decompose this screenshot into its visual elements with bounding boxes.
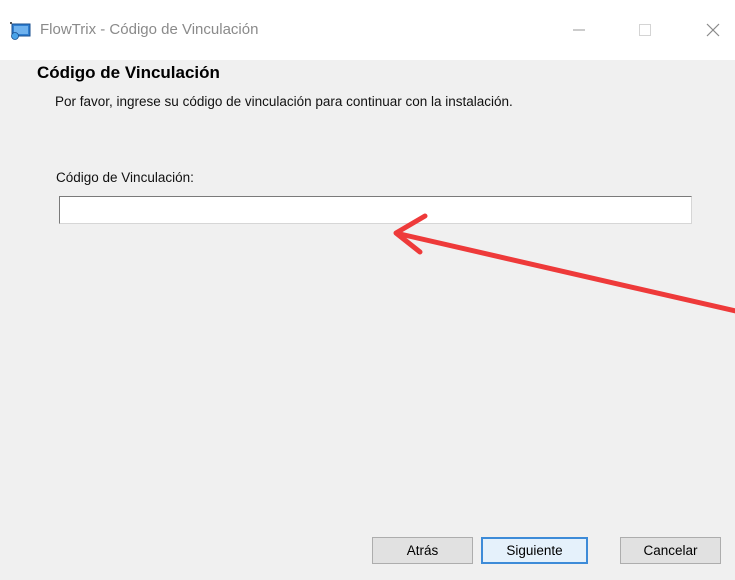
maximize-button[interactable] — [622, 12, 668, 48]
installer-app-icon — [10, 22, 32, 40]
annotation-arrow — [393, 213, 735, 314]
maximize-icon — [638, 23, 652, 37]
minimize-icon — [572, 23, 586, 37]
back-button[interactable]: Atrás — [372, 537, 473, 564]
window-title: FlowTrix - Código de Vinculación — [40, 21, 259, 38]
code-field-label: Código de Vinculación: — [56, 170, 194, 185]
title-bar[interactable]: FlowTrix - Código de Vinculación — [0, 0, 735, 60]
page-description: Por favor, ingrese su código de vinculac… — [55, 94, 513, 109]
next-button[interactable]: Siguiente — [481, 537, 588, 564]
code-input[interactable] — [59, 196, 692, 224]
page-title: Código de Vinculación — [37, 63, 220, 82]
installer-window: FlowTrix - Código de Vinculación Código … — [0, 0, 735, 580]
cancel-button[interactable]: Cancelar — [620, 537, 721, 564]
close-icon — [706, 23, 720, 37]
minimize-button[interactable] — [556, 12, 602, 48]
close-button[interactable] — [690, 12, 735, 48]
